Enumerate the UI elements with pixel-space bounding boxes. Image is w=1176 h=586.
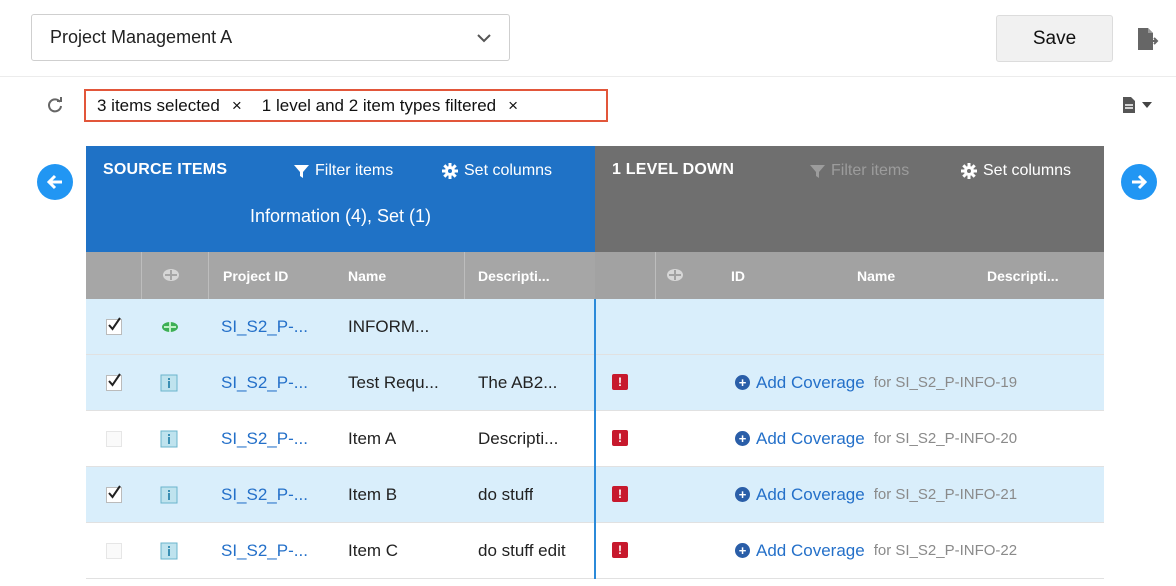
row-checkbox[interactable] [106, 467, 126, 522]
add-coverage-link[interactable]: + Add Coverage for SI_S2_P-INFO-20 [735, 411, 1017, 466]
row-description: Descripti... [478, 428, 559, 448]
add-coverage-label[interactable]: Add Coverage [756, 373, 865, 393]
plus-circle-icon: + [735, 375, 750, 390]
add-coverage-label[interactable]: Add Coverage [756, 429, 865, 449]
chevron-down-icon [477, 30, 491, 46]
add-coverage-label[interactable]: Add Coverage [756, 485, 865, 505]
add-coverage-link[interactable]: + Add Coverage for SI_S2_P-INFO-22 [735, 523, 1017, 578]
row-checkbox[interactable] [106, 355, 126, 410]
information-icon [160, 467, 182, 522]
row-checkbox[interactable] [106, 523, 126, 578]
table-row[interactable]: SI_S2_P-... Item A Descripti... ! + Add … [86, 411, 1104, 467]
filter-chip-label: 3 items selected [97, 95, 220, 115]
source-filter-label: Filter items [315, 162, 394, 179]
arrow-left-icon[interactable] [37, 164, 73, 200]
row-project-id[interactable]: SI_S2_P-... [221, 467, 308, 522]
level-down-header: 1 LEVEL DOWN Filter items Set columns [595, 146, 1104, 252]
add-coverage-label[interactable]: Add Coverage [756, 541, 865, 561]
save-button[interactable]: Save [996, 15, 1113, 62]
filter-icon [810, 164, 825, 178]
coverage-target: for SI_S2_P-INFO-20 [873, 430, 1018, 447]
information-icon [160, 355, 182, 410]
row-name: INFORM... [348, 316, 430, 336]
row-project-id[interactable]: SI_S2_P-... [221, 355, 308, 410]
project-select[interactable]: Project Management A [31, 14, 510, 61]
column-description[interactable]: Descripti... [987, 268, 1059, 284]
arrow-right-icon[interactable] [1121, 164, 1157, 200]
source-set-columns-label: Set columns [464, 162, 553, 179]
column-project-id[interactable]: Project ID [223, 268, 288, 284]
add-coverage-link[interactable]: + Add Coverage for SI_S2_P-INFO-19 [735, 355, 1017, 410]
row-checkbox[interactable] [106, 299, 126, 354]
column-name[interactable]: Name [348, 268, 386, 284]
column-name[interactable]: Name [857, 268, 895, 284]
gear-icon [442, 163, 458, 179]
plus-circle-icon: + [735, 431, 750, 446]
row-project-id[interactable]: SI_S2_P-... [221, 299, 308, 354]
coverage-target: for SI_S2_P-INFO-21 [873, 486, 1018, 503]
set-icon [160, 299, 182, 354]
document-menu[interactable] [1122, 95, 1168, 115]
plus-circle-icon: + [735, 543, 750, 558]
level-filter-button: Filter items [810, 162, 909, 180]
source-filter-button[interactable]: Filter items [294, 162, 393, 180]
table-row[interactable]: SI_S2_P-... INFORM... [86, 299, 1104, 355]
grid-rows: SI_S2_P-... INFORM... SI_S2_P-... Test R… [86, 299, 1104, 579]
project-select-value: Project Management A [50, 27, 233, 47]
item-type-icon [666, 267, 684, 286]
row-checkbox[interactable] [106, 411, 126, 466]
caret-down-icon [1142, 102, 1152, 108]
refresh-icon[interactable] [46, 96, 64, 114]
filter-chip-selection: 3 items selected × [97, 96, 242, 116]
close-icon[interactable]: × [232, 96, 242, 116]
information-icon [160, 523, 182, 578]
source-set-columns-button[interactable]: Set columns [442, 162, 552, 180]
row-project-id[interactable]: SI_S2_P-... [221, 411, 308, 466]
filter-chip-label: 1 level and 2 item types filtered [261, 95, 497, 115]
level-set-columns-label: Set columns [983, 162, 1072, 179]
row-description: The AB2... [478, 372, 558, 392]
warning-icon: ! [612, 430, 628, 446]
row-name: Item A [348, 428, 397, 448]
add-coverage-link[interactable]: + Add Coverage for SI_S2_P-INFO-21 [735, 467, 1017, 522]
row-description: do stuff edit [478, 540, 566, 560]
warning-icon: ! [612, 486, 628, 502]
document-icon [1123, 97, 1135, 113]
source-items-title: SOURCE ITEMS [103, 161, 228, 178]
row-name: Item B [348, 484, 398, 504]
traceability-grid: SOURCE ITEMS Filter items Set columns In… [86, 146, 1104, 586]
level-column-headers: ID Name Descripti... [595, 252, 1104, 299]
source-column-headers: Project ID Name Descripti... [86, 252, 595, 299]
active-filters: 3 items selected × 1 level and 2 item ty… [84, 89, 608, 122]
coverage-target: for SI_S2_P-INFO-22 [873, 542, 1018, 559]
gear-icon [961, 163, 977, 179]
close-icon[interactable]: × [508, 96, 518, 116]
information-icon [160, 411, 182, 466]
row-name: Item C [348, 540, 399, 560]
item-type-icon [162, 267, 180, 286]
source-items-header: SOURCE ITEMS Filter items Set columns In… [86, 146, 595, 252]
level-down-title: 1 LEVEL DOWN [612, 161, 735, 178]
table-row[interactable]: SI_S2_P-... Item B do stuff ! + Add Cove… [86, 467, 1104, 523]
export-icon[interactable] [1134, 26, 1160, 52]
warning-icon: ! [612, 374, 628, 390]
column-id[interactable]: ID [731, 268, 745, 284]
filter-chip-levels: 1 level and 2 item types filtered × [262, 96, 518, 116]
table-row[interactable]: SI_S2_P-... Item C do stuff edit ! + Add… [86, 523, 1104, 579]
filter-icon [294, 164, 309, 178]
level-set-columns-button[interactable]: Set columns [961, 162, 1071, 180]
warning-icon: ! [612, 542, 628, 558]
source-group-summary: Information (4), Set (1) [249, 206, 432, 226]
plus-circle-icon: + [735, 487, 750, 502]
toolbar-divider [0, 76, 1176, 77]
coverage-target: for SI_S2_P-INFO-19 [873, 374, 1018, 391]
row-project-id[interactable]: SI_S2_P-... [221, 523, 308, 578]
column-description[interactable]: Descripti... [478, 268, 550, 284]
table-row[interactable]: SI_S2_P-... Test Requ... The AB2... ! + … [86, 355, 1104, 411]
level-filter-label: Filter items [831, 162, 910, 179]
row-description: do stuff [478, 484, 534, 504]
row-name: Test Requ... [348, 372, 439, 392]
